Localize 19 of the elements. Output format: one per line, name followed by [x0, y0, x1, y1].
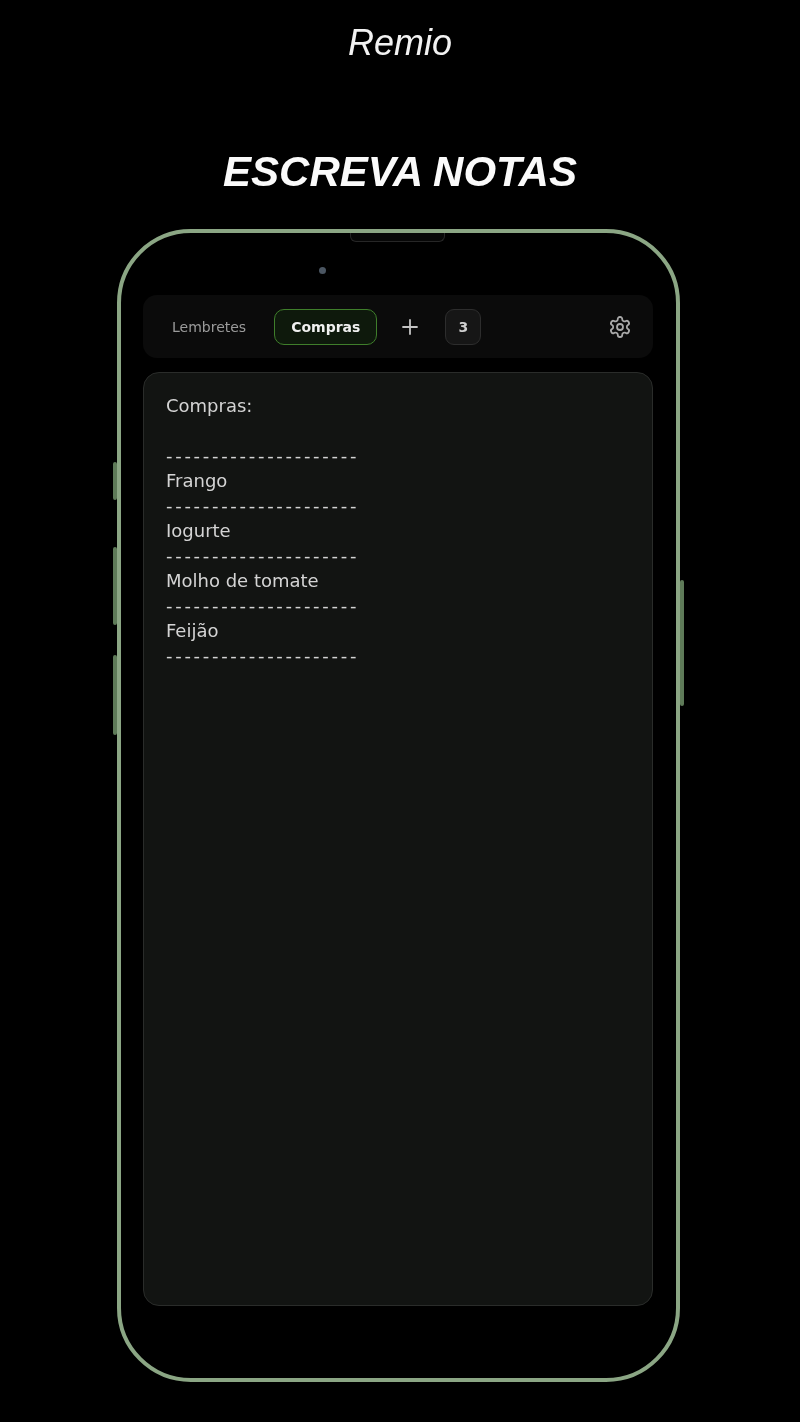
note-line: Frango — [166, 469, 228, 493]
note-line: Feijão — [166, 619, 219, 643]
tab-count-button[interactable]: 3 — [445, 308, 482, 345]
headline: ESCREVA NOTAS — [223, 147, 577, 197]
dash-line: --------------------- — [166, 544, 360, 568]
dash-line: --------------------- — [166, 494, 360, 518]
note-line: Molho de tomate — [166, 569, 319, 593]
dash-line: --------------------- — [166, 594, 360, 618]
note-line: Iogurte — [166, 519, 231, 543]
note-editor[interactable]: Compras: --------------------- Frango --------------------- Iogurte --------------------- Molho de tomate --------------------- Feijão --------------------- — [143, 372, 653, 1306]
camera-lens-icon — [319, 267, 326, 274]
add-icon[interactable] — [402, 318, 419, 335]
note-line: Compras: — [166, 394, 253, 418]
app-title: Remio — [348, 21, 452, 65]
settings-icon[interactable] — [609, 315, 631, 338]
dash-line: --------------------- — [166, 644, 360, 668]
note-tab[interactable]: Compras — [274, 308, 378, 345]
dash-line: --------------------- — [166, 444, 360, 468]
note-tab[interactable]: Lembretes — [155, 308, 264, 345]
